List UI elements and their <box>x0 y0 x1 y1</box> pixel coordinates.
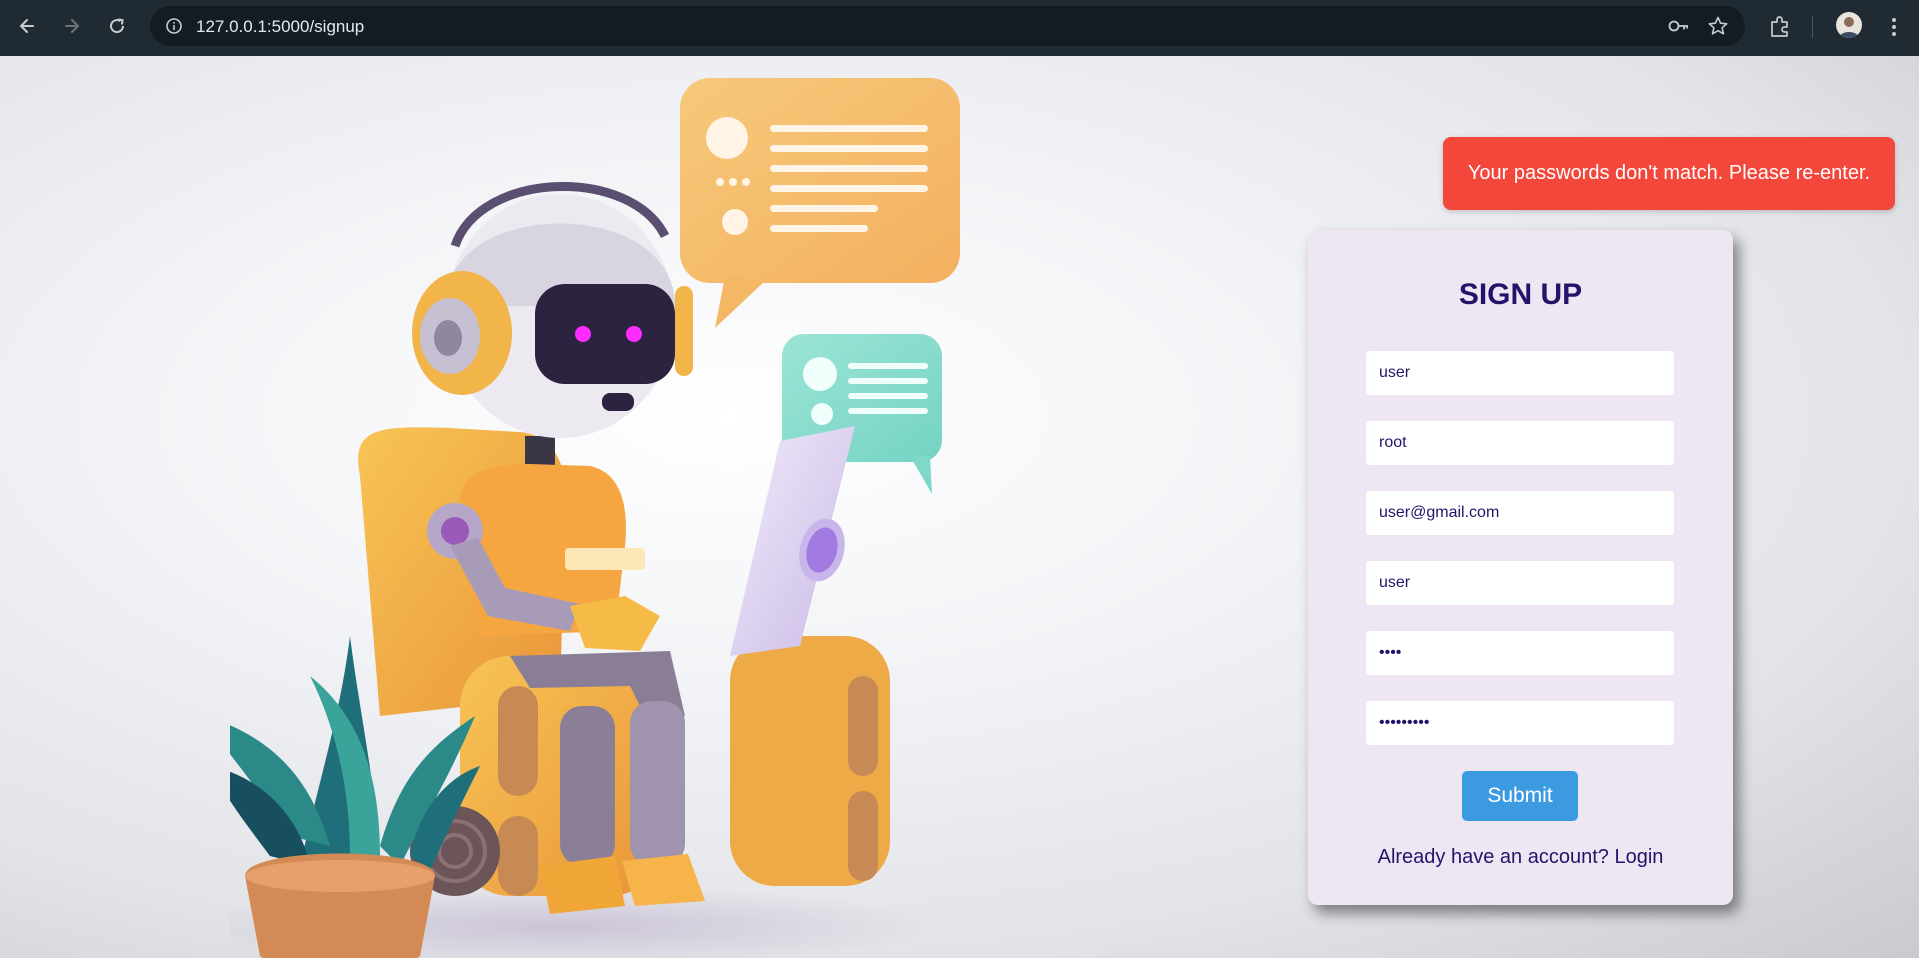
signup-title: SIGN UP <box>1458 278 1583 311</box>
profile-avatar[interactable] <box>1836 12 1862 38</box>
first-name-field[interactable] <box>1366 351 1674 395</box>
toolbar-divider <box>1812 16 1813 38</box>
password-field[interactable] <box>1366 631 1674 675</box>
login-prompt: Already have an account? Login <box>1308 846 1733 869</box>
forward-button[interactable] <box>54 8 90 44</box>
submit-button[interactable]: Submit <box>1462 771 1578 821</box>
extensions-icon[interactable] <box>1767 14 1793 40</box>
login-prompt-text: Already have an account? <box>1377 846 1609 868</box>
speech-bubble-orange <box>680 78 960 328</box>
back-button[interactable] <box>9 8 45 44</box>
last-name-field[interactable] <box>1366 421 1674 465</box>
username-field[interactable] <box>1366 561 1674 605</box>
site-info-icon[interactable] <box>164 16 184 36</box>
more-menu-icon[interactable] <box>1884 14 1904 40</box>
signup-card: SIGN UP Submit Already have an account? … <box>1308 230 1733 905</box>
laptop <box>730 426 855 656</box>
browser-toolbar: 127.0.0.1:5000/signup <box>0 0 1919 56</box>
page-content: Your passwords don't match. Please re-en… <box>0 56 1919 958</box>
url-text[interactable]: 127.0.0.1:5000/signup <box>196 17 364 37</box>
address-bar[interactable]: 127.0.0.1:5000/signup <box>150 6 1745 46</box>
error-message: Your passwords don't match. Please re-en… <box>1467 162 1871 184</box>
back-icon <box>19 19 34 33</box>
login-link[interactable]: Login <box>1614 846 1663 868</box>
email-field[interactable] <box>1366 491 1674 535</box>
forward-icon <box>65 19 80 33</box>
confirm-password-field[interactable] <box>1366 701 1674 745</box>
reload-button[interactable] <box>99 8 135 44</box>
robot-illustration <box>230 78 960 958</box>
reload-icon <box>110 18 125 34</box>
password-key-icon[interactable] <box>1667 16 1691 36</box>
error-alert: Your passwords don't match. Please re-en… <box>1443 137 1895 210</box>
bookmark-star-icon[interactable] <box>1707 15 1729 37</box>
